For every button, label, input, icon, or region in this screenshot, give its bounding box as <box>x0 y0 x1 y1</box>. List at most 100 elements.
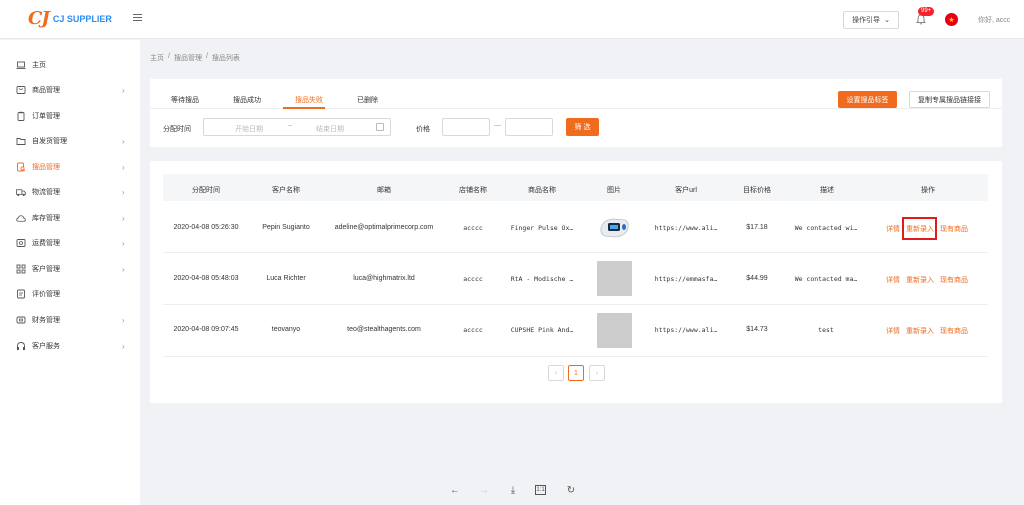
email-cell: luca@highmatrix.ltd <box>353 275 415 282</box>
next-page-button[interactable]: › <box>589 365 605 381</box>
wallet-icon <box>16 315 26 325</box>
target-price-cell: $17.18 <box>746 224 768 231</box>
column-header-product: 商品名称 <box>528 187 556 194</box>
reenter-link[interactable]: 重新录入 <box>906 275 934 285</box>
sidebar-item-label: 评价管理 <box>32 291 60 298</box>
product-cell: Finger Pulse Ox… <box>510 224 574 232</box>
logo-mark: CJ <box>28 8 50 29</box>
chevron-right-icon: › <box>122 213 125 223</box>
sidebar-item-products[interactable]: 商品管理 › <box>0 80 140 100</box>
sidebar-item-label: 搜品管理 <box>32 164 60 171</box>
tab-pending[interactable]: 等待搜品 <box>171 95 199 105</box>
sidebar-item-search-products[interactable]: 搜品管理 › <box>0 157 140 177</box>
menu-toggle-icon[interactable] <box>133 14 142 23</box>
operation-guide-dropdown[interactable]: 操作引导 ⌄ <box>843 11 899 29</box>
tab-deleted[interactable]: 已删除 <box>357 95 378 105</box>
product-image-placeholder[interactable] <box>597 313 632 348</box>
chevron-down-icon: ⌄ <box>884 17 890 24</box>
column-header-operations: 操作 <box>921 187 935 194</box>
folder-icon <box>16 136 26 146</box>
sidebar-item-customer-service[interactable]: 客户服务 › <box>0 336 140 356</box>
end-date-placeholder[interactable]: 结束日期 <box>316 124 344 134</box>
price-range-separator: — <box>494 122 501 129</box>
column-header-store: 店铺名称 <box>459 187 487 194</box>
clipboard-icon <box>16 111 26 121</box>
set-search-tag-button[interactable]: 设置搜品标签 <box>838 91 897 108</box>
chevron-right-icon: › <box>122 187 125 197</box>
cj-supplier-logo[interactable]: CJ CJ SUPPLIER <box>28 8 112 29</box>
cloud-icon <box>16 213 26 223</box>
headset-icon <box>16 341 26 351</box>
arrow-left-icon[interactable]: ← <box>448 483 462 497</box>
breadcrumb-section[interactable]: 搜品管理 <box>174 53 202 63</box>
existing-product-link[interactable]: 现有商品 <box>940 326 968 336</box>
sidebar-item-orders[interactable]: 订单管理 <box>0 106 140 126</box>
product-image-placeholder[interactable] <box>597 261 632 296</box>
breadcrumb-separator: / <box>168 53 170 60</box>
sidebar-item-inventory[interactable]: 库存管理 › <box>0 208 140 228</box>
copy-exclusive-link-button[interactable]: 复制专属搜品链接接 <box>909 91 990 108</box>
search-doc-icon <box>16 162 26 172</box>
sidebar-item-home[interactable]: 主页 <box>0 55 140 75</box>
download-icon[interactable]: ⤓ <box>506 483 520 497</box>
sidebar-item-customers[interactable]: 客户管理 › <box>0 259 140 279</box>
pulse-oximeter-image[interactable] <box>597 210 632 245</box>
breadcrumb-home[interactable]: 主页 <box>150 53 164 63</box>
detail-link[interactable]: 详情 <box>886 326 900 336</box>
column-header-email: 邮箱 <box>377 187 391 194</box>
detail-link[interactable]: 详情 <box>886 224 900 234</box>
existing-product-link[interactable]: 现有商品 <box>940 224 968 234</box>
active-tab-indicator <box>283 107 325 109</box>
breadcrumb-current: 搜品列表 <box>211 55 240 62</box>
store-cell: acccc <box>463 326 483 334</box>
sidebar-item-self-shipping[interactable]: 自发货管理 › <box>0 131 140 151</box>
guide-label: 操作引导 <box>852 17 881 24</box>
assign-time-label: 分配时间 <box>163 126 191 133</box>
price-label: 价格 <box>416 126 430 133</box>
sidebar-item-label: 物流管理 <box>32 189 60 196</box>
row-divider <box>163 356 988 357</box>
reenter-link[interactable]: 重新录入 <box>906 326 934 336</box>
start-date-placeholder[interactable]: 开始日期 <box>235 124 263 134</box>
min-price-input[interactable] <box>442 118 490 136</box>
description-cell: We contacted wi… <box>794 224 858 232</box>
rotate-icon[interactable]: ↻ <box>564 483 578 497</box>
sidebar-item-label: 主页 <box>32 62 46 69</box>
sidebar-item-logistics[interactable]: 物流管理 › <box>0 182 140 202</box>
sidebar-item-reviews[interactable]: 评价管理 <box>0 284 140 304</box>
tab-success[interactable]: 搜品成功 <box>233 95 261 105</box>
sidebar-item-finance[interactable]: 财务管理 › <box>0 310 140 330</box>
sidebar-item-label: 客户管理 <box>32 266 60 273</box>
detail-link[interactable]: 详情 <box>886 275 900 285</box>
description-cell: test <box>818 326 834 334</box>
customer-url-cell[interactable]: https://www.ali… <box>655 326 718 334</box>
sidebar-item-label: 订单管理 <box>32 113 60 120</box>
prev-page-button[interactable]: ‹ <box>548 365 564 381</box>
max-price-input[interactable] <box>505 118 553 136</box>
image-icon <box>16 238 26 248</box>
grid-icon <box>16 264 26 274</box>
customer-url-cell[interactable]: https://www.ali… <box>655 224 718 232</box>
customer-cell: Luca Richter <box>266 275 306 282</box>
email-cell: teo@stealthagents.com <box>347 326 421 333</box>
row-divider <box>163 304 988 305</box>
china-flag-icon[interactable]: ★ <box>945 13 958 26</box>
breadcrumb-separator: / <box>205 53 208 60</box>
assign-time-cell: 2020-04-08 05:26:30 <box>173 224 239 231</box>
customer-cell: Pepin Sugianto <box>262 224 310 231</box>
date-range-separator: ~ <box>288 123 293 130</box>
date-range-picker[interactable]: 开始日期 ~ 结束日期 <box>203 118 391 136</box>
chevron-right-icon: › <box>122 136 125 146</box>
arrow-right-icon[interactable]: → <box>477 483 491 497</box>
existing-product-link[interactable]: 现有商品 <box>940 275 968 285</box>
filter-button[interactable]: 筛 选 <box>566 118 599 136</box>
page-1-button[interactable]: 1 <box>568 365 584 381</box>
actual-size-icon[interactable]: 1:1 <box>535 485 546 495</box>
target-price-cell: $44.99 <box>746 275 768 282</box>
customer-url-cell[interactable]: https://emmasfa… <box>655 275 718 283</box>
user-greeting[interactable]: 你好, accc <box>978 15 1010 25</box>
store-cell: acccc <box>463 275 483 283</box>
row-divider <box>163 252 988 253</box>
tab-failed[interactable]: 搜品失败 <box>295 95 323 105</box>
sidebar-item-freight[interactable]: 运费管理 › <box>0 233 140 253</box>
